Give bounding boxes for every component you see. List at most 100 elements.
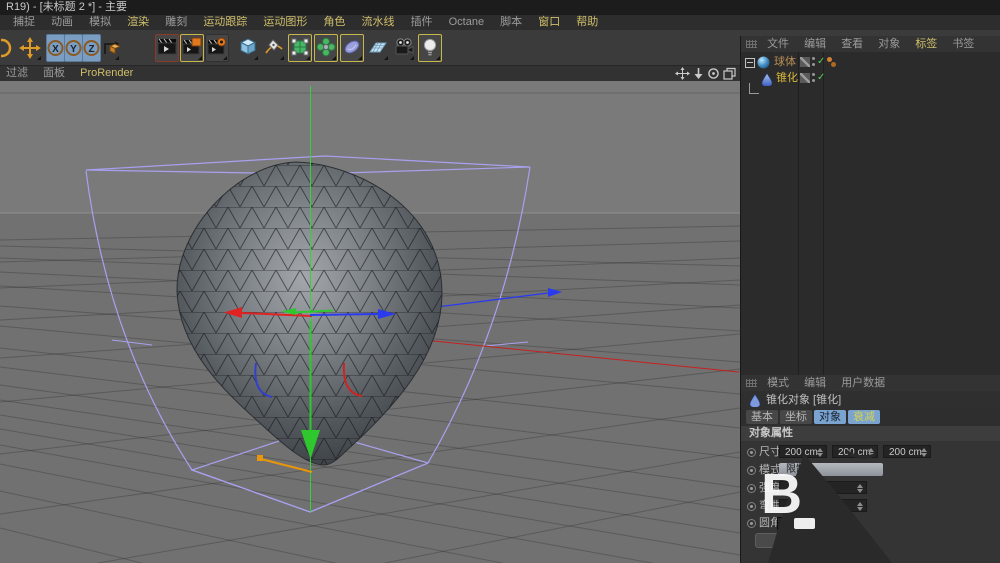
visibility-dots-icon[interactable] — [812, 73, 815, 83]
enabled-check-icon[interactable]: ✓ — [817, 70, 825, 86]
menu-motion-tracker[interactable]: 运动跟踪 — [203, 16, 247, 28]
tab-object[interactable]: 对象 — [814, 410, 846, 424]
menu-render[interactable]: 渲染 — [127, 16, 149, 28]
curvature-label: 弯曲 — [759, 499, 781, 513]
menu-animate[interactable]: 动画 — [51, 16, 73, 28]
tab-basic[interactable]: 基本 — [746, 410, 778, 424]
cinema4d-window: R19) - [未标题 2 *] - 主要 捕捉 动画 模拟 渲染 雕刻 运动跟… — [0, 0, 1000, 563]
stepper-icon[interactable] — [857, 484, 864, 493]
am-menu-edit[interactable]: 编辑 — [804, 377, 826, 389]
mode-dropdown[interactable]: 限制 — [779, 463, 883, 476]
fit-to-parent-button[interactable]: 匹配到父级 — [755, 533, 849, 548]
om-menu-view[interactable]: 查看 — [841, 38, 863, 50]
layer-toggle-icon[interactable] — [800, 57, 810, 67]
expand-toggle-icon[interactable] — [745, 58, 755, 68]
om-menu-edit[interactable]: 编辑 — [804, 38, 826, 50]
stepper-icon[interactable] — [868, 448, 875, 457]
tab-falloff[interactable]: 衰减 — [848, 410, 880, 424]
zoom-view-icon[interactable] — [693, 67, 704, 80]
rotate-view-icon[interactable] — [707, 67, 720, 80]
object-label[interactable]: 锥化 — [776, 70, 798, 86]
fillet-checkbox[interactable] — [777, 517, 790, 530]
size-label: 尺寸 — [759, 445, 781, 459]
main-menu-bar: 捕捉 动画 模拟 渲染 雕刻 运动跟踪 运动图形 角色 流水线 插件 Octan… — [0, 15, 1000, 30]
lock-z-axis-button[interactable]: Z — [82, 34, 101, 62]
taper-icon — [761, 73, 773, 86]
object-manager-menu: 文件 编辑 查看 对象 标签 书签 — [741, 36, 1000, 52]
curvature-field[interactable] — [779, 499, 867, 512]
edit-render-settings-icon[interactable] — [205, 34, 229, 62]
menu-script[interactable]: 脚本 — [500, 16, 522, 28]
viewport-menu-prorender[interactable]: ProRender — [80, 67, 133, 79]
size-z-field[interactable]: 200 cm — [883, 445, 931, 458]
move-tool-icon[interactable] — [17, 34, 43, 62]
lock-x-axis-button[interactable]: X — [46, 34, 65, 62]
object-row-sphere[interactable]: 球体 ✓ — [741, 54, 1000, 70]
object-row-taper[interactable]: 锥化 ✓ — [741, 70, 1000, 86]
stepper-icon[interactable] — [921, 448, 928, 457]
am-menu-mode[interactable]: 模式 — [767, 377, 789, 389]
viewport-3d-scene[interactable] — [0, 81, 740, 563]
render-view-icon[interactable] — [155, 34, 179, 62]
keyframe-circle-icon[interactable] — [747, 466, 756, 475]
keyframe-circle-icon[interactable] — [747, 519, 756, 528]
menu-help[interactable]: 帮助 — [576, 16, 598, 28]
attribute-rows: 尺寸 200 cm 200 cm 200 cm 模式 限制 强度 % — [741, 441, 1000, 563]
menu-mograph[interactable]: 运动图形 — [263, 16, 307, 28]
menu-sculpt[interactable]: 雕刻 — [165, 16, 187, 28]
attribute-manager-menu: 模式 编辑 用户数据 — [741, 375, 1000, 391]
coordinate-system-icon[interactable] — [100, 34, 121, 62]
deformer-icon[interactable] — [314, 34, 338, 62]
floor-object-icon[interactable] — [366, 34, 390, 62]
visibility-dots-icon[interactable] — [812, 57, 815, 67]
attribute-object-title: 锥化对象 [锥化] — [741, 391, 1000, 409]
strength-field[interactable]: % — [779, 481, 867, 494]
menu-plugins[interactable]: 插件 — [411, 16, 433, 28]
om-menu-objects[interactable]: 对象 — [878, 38, 900, 50]
attribute-tabs: 基本 坐标 对象 衰减 — [741, 409, 1000, 426]
lock-y-axis-button[interactable]: Y — [64, 34, 83, 62]
tab-coordinates[interactable]: 坐标 — [780, 410, 812, 424]
object-tree: 球体 ✓ 锥化 ✓ — [741, 52, 1000, 375]
panel-grip-icon[interactable] — [746, 379, 757, 387]
rotate-tool-icon[interactable] — [0, 34, 15, 62]
object-label[interactable]: 球体 — [774, 54, 796, 70]
add-cube-primitive-icon[interactable] — [236, 34, 260, 62]
size-y-field[interactable]: 200 cm — [832, 445, 878, 458]
menu-octane[interactable]: Octane — [449, 16, 484, 28]
mode-label: 模式 — [759, 463, 781, 477]
keyframe-circle-icon[interactable] — [747, 502, 756, 511]
z-axis-label: Z — [88, 44, 94, 55]
panel-grip-icon[interactable] — [746, 40, 757, 48]
spline-pen-icon[interactable] — [262, 34, 286, 62]
phong-tag-icon[interactable] — [827, 57, 839, 68]
pan-view-icon[interactable] — [675, 67, 690, 80]
viewport-menu-panel[interactable]: 面板 — [43, 67, 65, 79]
menu-snap[interactable]: 捕捉 — [13, 16, 35, 28]
om-menu-tags[interactable]: 标签 — [915, 38, 937, 50]
render-to-picture-viewer-icon[interactable] — [180, 34, 204, 62]
menu-pipeline[interactable]: 流水线 — [362, 16, 395, 28]
keyframe-circle-icon[interactable] — [747, 448, 756, 457]
am-menu-userdata[interactable]: 用户数据 — [841, 377, 885, 389]
viewport-menu-filter[interactable]: 过滤 — [6, 67, 28, 79]
stepper-icon[interactable] — [857, 502, 864, 511]
spline-primitive-icon[interactable] — [340, 34, 364, 62]
keyframe-circle-icon[interactable] — [747, 484, 756, 493]
stepper-icon[interactable] — [817, 448, 824, 457]
menu-simulate[interactable]: 模拟 — [89, 16, 111, 28]
curvature-row: 弯曲 — [741, 499, 1000, 515]
light-object-icon[interactable] — [418, 34, 442, 62]
menu-window[interactable]: 窗口 — [538, 16, 560, 28]
toggle-view-icon[interactable] — [723, 67, 736, 80]
object-title-text: 锥化对象 [锥化] — [766, 391, 841, 409]
sphere-icon — [757, 56, 770, 69]
subdivision-surface-icon[interactable] — [288, 34, 312, 62]
menu-character[interactable]: 角色 — [323, 16, 345, 28]
om-menu-bookmarks[interactable]: 书签 — [952, 38, 974, 50]
om-menu-file[interactable]: 文件 — [767, 38, 789, 50]
camera-object-icon[interactable] — [392, 34, 416, 62]
layer-toggle-icon[interactable] — [800, 73, 810, 83]
enabled-check-icon[interactable]: ✓ — [817, 54, 825, 70]
size-x-field[interactable]: 200 cm — [779, 445, 827, 458]
